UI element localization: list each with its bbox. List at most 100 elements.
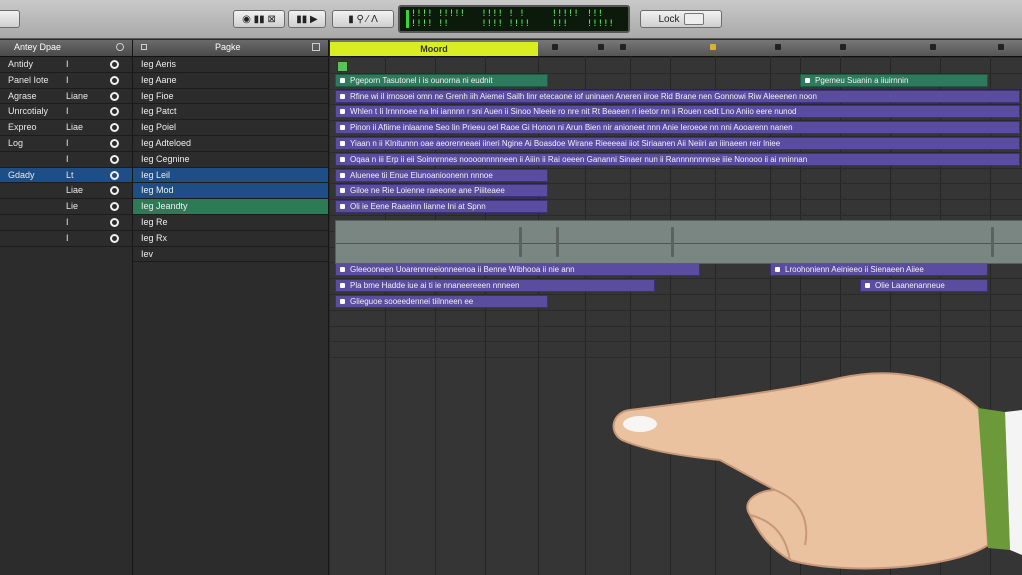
record-group[interactable]: ◉ ▮▮ ⊠ — [233, 10, 285, 28]
midi-region[interactable]: Glieguoe sooeedennei tiilnneen ee — [335, 295, 548, 308]
midi-region[interactable]: Pinon ii Afiirne inlaanne Seo lin Prieeu… — [335, 121, 1020, 135]
knob-icon[interactable] — [110, 217, 119, 227]
inspector-panel: Antey Dpae Antidy I Panel Iote I Agrase Lia… — [0, 40, 133, 575]
region-label: Gleeooneen Uoarennreeionneenoa ii Benne … — [350, 265, 575, 275]
knob-icon[interactable] — [110, 60, 119, 69]
lcd-display[interactable]: !!!! !!!!! !!!! !! !!!! ! ! !!!! !!!! !!… — [398, 5, 630, 33]
track-header[interactable]: Ieg Re — [133, 215, 328, 231]
inspector-menu-icon[interactable] — [116, 43, 124, 51]
inspector-row[interactable]: Expreo Liae — [0, 120, 132, 136]
lock-button[interactable]: Lock — [640, 10, 722, 28]
inspector-title: Antey Dpae — [14, 42, 62, 52]
track-header[interactable]: Ieg Aane — [133, 73, 328, 89]
track-header[interactable]: Ieg Patct — [133, 104, 328, 121]
inspector-row[interactable]: Liae — [0, 183, 132, 200]
midi-region[interactable]: Whlen t Ii Irnnnoee na lni iannnn r sni … — [335, 105, 1020, 119]
track-header[interactable]: Ieg Adteloed — [133, 136, 328, 152]
track-header[interactable]: Ieg Fioe — [133, 89, 328, 105]
knob-icon[interactable] — [110, 107, 119, 117]
region-label: Glieguoe sooeedennei tiilnneen ee — [350, 297, 474, 306]
region-label: Yiaan n ii Klnitunnn oae aeorenneaei iin… — [350, 139, 781, 148]
inspector-row[interactable]: Log I — [0, 136, 132, 152]
playhead-icon[interactable] — [337, 61, 348, 72]
knob-icon[interactable] — [110, 75, 119, 85]
midi-region[interactable]: Giloe ne Rie Loienne raeeone ane Piiitea… — [335, 184, 548, 198]
inspector-row-selected[interactable]: Gdady Lt — [0, 167, 132, 184]
pointing-hand-illustration — [612, 372, 1022, 570]
track-header[interactable]: Ieg Rx — [133, 231, 328, 247]
lcd-key: !!! !!!!! — [586, 9, 614, 29]
audio-split-icon — [556, 227, 559, 257]
track-header[interactable]: Ieg Cegnine — [133, 152, 328, 168]
midi-region[interactable]: Lroohonienn Aeinieeo ii Sienaeen Aiiee — [770, 263, 988, 277]
grid-row-line — [330, 309, 1022, 311]
track-header-selected[interactable]: Ieg Leil — [133, 167, 328, 184]
lcd-position: !!!! !!!!! !!!! !! — [410, 9, 466, 29]
region-loop-icon — [340, 109, 345, 115]
control-bar: ◉ ▮▮ ⊠ ▮▮ ▶ ▮ ⚲ ⁄ Ʌ !!!! !!!!! !!!! !! !… — [0, 0, 1022, 39]
audio-clip-region[interactable]: Pgemeu Suanin a iiuirnnin — [800, 73, 988, 87]
midi-region[interactable]: Oli ie Eene Raaeinn Iianne Ini at Spnn — [335, 200, 548, 214]
knob-icon[interactable] — [110, 186, 119, 196]
grid-row-line — [330, 57, 1022, 58]
tools-group[interactable]: ▮ ⚲ ⁄ Ʌ — [332, 10, 394, 28]
knob-icon[interactable] — [110, 154, 119, 164]
track-list-title: Pagke — [215, 42, 241, 52]
track-header[interactable]: Ieg Poiel — [133, 120, 328, 136]
knob-icon[interactable] — [110, 233, 119, 243]
track-header-active[interactable]: Ieg Jeandty — [133, 199, 328, 215]
midi-region[interactable]: Gleeooneen Uoarennreeionneenoa ii Benne … — [335, 263, 700, 277]
track-header[interactable]: Ieg Aeris — [133, 57, 328, 73]
play-group[interactable]: ▮▮ ▶ — [288, 10, 326, 28]
region-loop-icon — [340, 93, 345, 99]
inspector-row[interactable]: Antidy I — [0, 57, 132, 73]
inspector-row[interactable]: I — [0, 231, 132, 247]
inspector-row[interactable]: Panel Iote I — [0, 73, 132, 89]
inspector-row[interactable]: I — [0, 152, 132, 168]
midi-region[interactable]: Rfine wi il irnosoei omn ne Grenh iih Ai… — [335, 89, 1020, 103]
knob-icon[interactable] — [110, 138, 119, 148]
knob-icon[interactable] — [110, 202, 119, 212]
knob-icon[interactable] — [110, 123, 119, 133]
region-label: Oqaa n iii Erp ii eii Soinnrnnes noooonn… — [350, 154, 808, 164]
knob-icon[interactable] — [110, 170, 119, 180]
inspector-row[interactable]: I — [0, 215, 132, 231]
knob-icon[interactable] — [110, 91, 119, 101]
grid-row-line — [330, 325, 1022, 327]
grid-row-line — [330, 341, 1022, 343]
track-header[interactable]: Iev — [133, 247, 328, 263]
lock-toggle-icon — [683, 13, 704, 25]
midi-region[interactable]: Pla bme Hadde iue ai ti ie nnaneereeen n… — [335, 279, 655, 293]
track-list-left-icon[interactable] — [141, 44, 147, 50]
midi-region[interactable]: Oqaa n iii Erp ii eii Soinnrnnes noooonn… — [335, 152, 1020, 166]
timeline-ruler[interactable]: Moord — [330, 40, 1022, 57]
ruler-marker-icon — [840, 44, 846, 50]
midi-region[interactable]: Aluenee tii Enue Elunoanioonenn nnnoe — [335, 168, 548, 182]
inspector-row[interactable]: Unrcotialy I — [0, 104, 132, 121]
track-list-panel: Pagke Ieg Aeris Ieg Aane Ieg Fioe Ieg Pa… — [133, 40, 329, 575]
region-label: Whlen t Ii Irnnnoee na lni iannnn r sni … — [350, 107, 797, 117]
library-button[interactable] — [0, 10, 20, 28]
region-loop-icon — [340, 156, 345, 162]
lcd-tempo: !!!! ! ! !!!! !!!! — [481, 9, 531, 29]
ruler-marker-icon — [598, 44, 604, 50]
audio-region[interactable] — [335, 220, 1022, 264]
audio-clip-region[interactable]: Pgeporn Tasutonel i is ounorna ni eudnit — [335, 73, 548, 87]
cycle-region[interactable]: Moord — [330, 42, 538, 56]
region-loop-icon — [340, 188, 345, 194]
grid-row-line — [330, 215, 1022, 216]
track-list-menu-icon[interactable] — [312, 43, 320, 51]
inspector-row[interactable]: Agrase Liane — [0, 89, 132, 105]
track-list-header: Pagke — [133, 40, 328, 57]
region-loop-icon — [340, 267, 345, 273]
inspector-row[interactable]: Lie — [0, 199, 132, 215]
region-label: Pla bme Hadde iue ai ti ie nnaneereeen n… — [350, 281, 520, 291]
midi-region[interactable]: Olie Laanenanneue — [860, 279, 988, 293]
region-label: Giloe ne Rie Loienne raeeone ane Piiitea… — [350, 186, 505, 196]
region-loop-icon — [340, 204, 345, 210]
region-loop-icon — [340, 141, 345, 146]
track-header-selected[interactable]: Ieg Mod — [133, 183, 328, 200]
region-loop-icon — [865, 283, 870, 289]
midi-region[interactable]: Yiaan n ii Klnitunnn oae aeorenneaei iin… — [335, 137, 1020, 150]
play-icon: ▮▮ ▶ — [296, 13, 318, 25]
